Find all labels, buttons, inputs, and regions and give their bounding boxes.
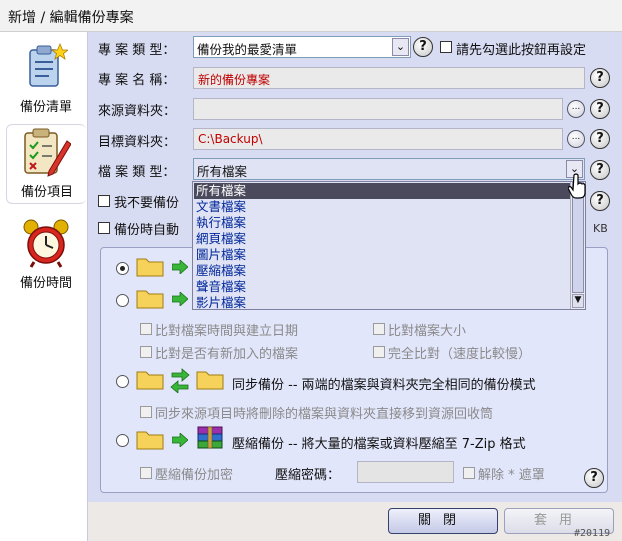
compare-size-label: 比對檔案大小	[388, 324, 467, 339]
sync-recycle-label: 同步來源項目時將刪除的檔案與資料夾直接移到資源回收筒	[155, 407, 494, 422]
folder-icon	[196, 371, 224, 390]
project-type-value: 備份我的最愛清單	[197, 42, 298, 57]
project-type-select[interactable]: 備份我的最愛清單 ⌄	[193, 36, 411, 58]
sync-mode-title: 同步備份 -- 兩端的檔案與資料夾完全相同的備份模式	[232, 378, 536, 393]
option2-label: 備份時自動	[114, 223, 180, 238]
chevron-down-icon[interactable]: ▼	[572, 294, 584, 308]
scroll-thumb[interactable]	[572, 197, 584, 293]
help-icon[interactable]: ?	[413, 37, 433, 57]
help-icon[interactable]: ?	[584, 468, 604, 488]
folder-icon	[136, 371, 164, 390]
browse-button[interactable]: ...	[567, 100, 585, 118]
alarm-clock-icon	[23, 219, 69, 268]
dropdown-option[interactable]: 網頁檔案	[194, 231, 570, 247]
project-type-label: 專 案 類 型：	[98, 43, 176, 58]
dropdown-option[interactable]: 文書檔案	[194, 199, 570, 215]
folder-icon	[136, 258, 164, 277]
project-name-label: 專 案 名 稱：	[98, 73, 176, 88]
arrow-right-icon	[172, 433, 188, 447]
mode-radio-1[interactable]	[116, 262, 129, 275]
option2-checkbox[interactable]	[98, 222, 110, 234]
compare-new-checkbox[interactable]	[140, 346, 152, 358]
mode-radio-2[interactable]	[116, 294, 129, 307]
watermark: #20119	[574, 528, 611, 539]
help-icon[interactable]: ?	[590, 99, 610, 119]
help-icon[interactable]: ?	[590, 129, 610, 149]
target-folder-input[interactable]: C:\Backup\	[193, 128, 563, 150]
dropdown-option[interactable]: 圖片檔案	[194, 247, 570, 263]
size-unit: KB	[593, 222, 608, 235]
arrow-right-icon	[172, 292, 188, 306]
chevron-down-icon[interactable]: ⌄	[392, 38, 409, 56]
project-name-input[interactable]: 新的備份專案	[193, 67, 585, 89]
compress-encrypt-label: 壓縮備份加密	[155, 468, 234, 483]
arrow-right-icon	[172, 260, 188, 274]
full-compare-label: 完全比對（速度比較慢）	[388, 347, 532, 362]
dropdown-option[interactable]: 聲音檔案	[194, 279, 570, 295]
option1-label: 我不要備份	[114, 196, 180, 211]
folder-icon	[136, 431, 164, 450]
sidebar-item-backup-items[interactable]: 備份項目	[6, 124, 86, 204]
compress-password-input[interactable]	[357, 461, 454, 483]
dropdown-scrollbar[interactable]: ▲ ▼	[570, 182, 585, 309]
dropdown-option[interactable]: 執行檔案	[194, 215, 570, 231]
clipboard-star-icon	[29, 42, 68, 87]
close-button[interactable]: 關閉	[388, 508, 498, 534]
sync-arrows-icon	[170, 368, 190, 393]
browse-button[interactable]: ...	[567, 130, 585, 148]
dropdown-option[interactable]: 壓縮檔案	[194, 263, 570, 279]
sidebar-item-backup-time[interactable]: 備份時間	[6, 214, 86, 296]
compress-password-label: 壓縮密碼：	[275, 468, 341, 483]
compare-size-checkbox[interactable]	[373, 323, 385, 335]
checklist-pencil-icon	[24, 128, 71, 177]
full-compare-checkbox[interactable]	[373, 346, 385, 358]
first-check-label: 請先勾選此按鈕再設定	[456, 43, 587, 58]
help-icon[interactable]: ?	[590, 160, 610, 180]
unmask-checkbox[interactable]	[463, 467, 475, 479]
help-icon[interactable]: ?	[590, 191, 610, 211]
target-folder-label: 目標資料夾：	[98, 135, 177, 150]
file-type-dropdown[interactable]: 所有檔案 文書檔案 執行檔案 網頁檔案 圖片檔案 壓縮檔案 聲音檔案 影片檔案 …	[192, 181, 586, 310]
sidebar-item-backup-list[interactable]: 備份清單	[6, 38, 86, 120]
dropdown-option[interactable]: 所有檔案	[194, 183, 570, 199]
archive-books-icon	[197, 426, 223, 449]
file-type-value: 所有檔案	[197, 164, 248, 179]
file-type-label: 檔 案 類 型：	[98, 165, 176, 180]
sidebar-item-label: 備份時間	[19, 276, 72, 291]
compress-mode-title: 壓縮備份 -- 將大量的檔案或資料壓縮至 7-Zip 格式	[232, 437, 526, 452]
source-folder-input[interactable]	[193, 98, 563, 120]
first-check-checkbox[interactable]	[440, 41, 452, 53]
dropdown-option[interactable]: 影片檔案	[194, 295, 570, 310]
option1-checkbox[interactable]	[98, 195, 110, 207]
hand-cursor-icon	[568, 173, 586, 199]
compare-time-checkbox[interactable]	[140, 323, 152, 335]
sidebar-item-label: 備份項目	[20, 185, 73, 200]
mode-radio-sync[interactable]	[116, 375, 129, 388]
sync-recycle-checkbox[interactable]	[140, 406, 152, 418]
source-folder-label: 來源資料夾：	[98, 104, 177, 119]
sidebar: 備份清單 備份項目 備份時間	[0, 32, 88, 541]
unmask-label: 解除 * 遮罩	[478, 468, 545, 483]
sidebar-item-label: 備份清單	[19, 100, 72, 115]
mode-radio-compress[interactable]	[116, 434, 129, 447]
window-title: 新增 / 編輯備份專案	[0, 0, 622, 32]
compare-new-label: 比對是否有新加入的檔案	[155, 347, 299, 362]
compare-time-label: 比對檔案時間與建立日期	[155, 324, 299, 339]
folder-icon	[136, 290, 164, 309]
compress-encrypt-checkbox[interactable]	[140, 467, 152, 479]
file-type-select[interactable]: 所有檔案 ⌄	[193, 158, 585, 180]
help-icon[interactable]: ?	[590, 68, 610, 88]
